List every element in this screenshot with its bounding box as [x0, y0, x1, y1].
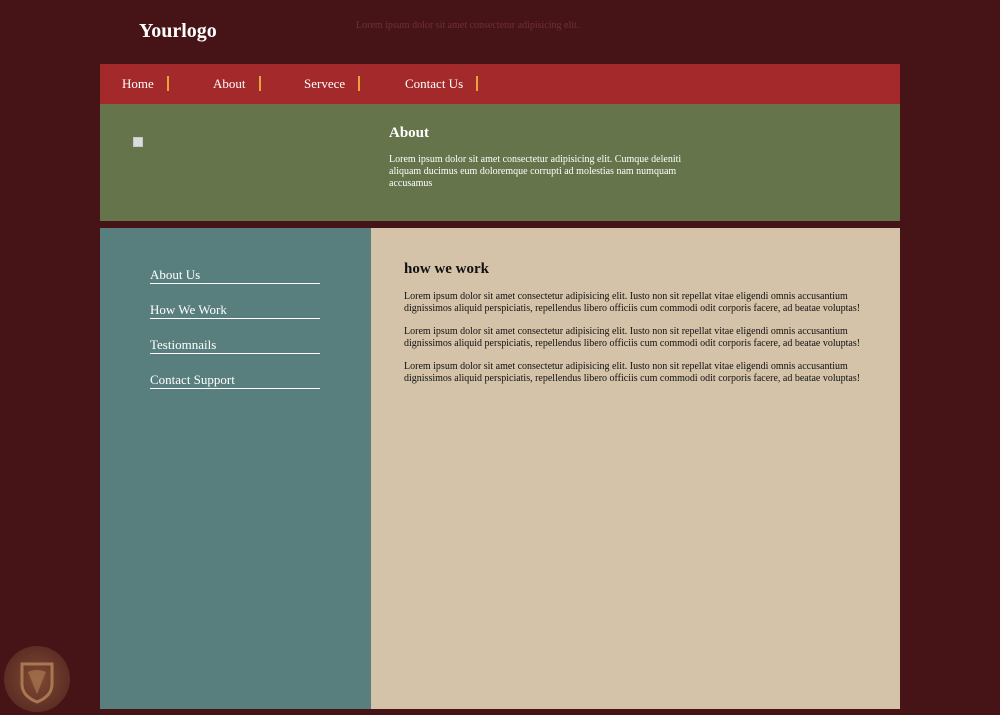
- sidebar-link-testimonials[interactable]: Testiomnails: [150, 337, 320, 354]
- content-paragraph: Lorem ipsum dolor sit amet consectetur a…: [404, 326, 861, 349]
- content-paragraph: Lorem ipsum dolor sit amet consectetur a…: [404, 361, 861, 384]
- main-content: how we work Lorem ipsum dolor sit amet c…: [371, 228, 900, 709]
- nav-item-home[interactable]: Home: [122, 76, 154, 92]
- sidebar-link-about-us[interactable]: About Us: [150, 267, 320, 284]
- broken-image-icon: [133, 137, 143, 147]
- sidebar: About Us How We Work Testiomnails Contac…: [100, 228, 371, 709]
- nav-item-service[interactable]: Servece: [304, 76, 345, 92]
- page: Yourlogo Lorem ipsum dolor sit amet cons…: [0, 0, 1000, 715]
- site-logo[interactable]: Yourlogo: [139, 20, 217, 43]
- about-banner: About Lorem ipsum dolor sit amet consect…: [100, 104, 900, 221]
- nav-separator: [167, 76, 169, 91]
- nav-separator: [259, 76, 261, 91]
- content-body: Lorem ipsum dolor sit amet consectetur a…: [404, 291, 872, 396]
- nav-separator: [358, 76, 360, 91]
- sidebar-link-contact-support[interactable]: Contact Support: [150, 372, 320, 389]
- content-title: how we work: [404, 261, 489, 277]
- banner-text: Lorem ipsum dolor sit amet consectetur a…: [389, 154, 682, 189]
- main-nav: Home About Servece Contact Us: [100, 64, 900, 104]
- nav-separator: [476, 76, 478, 91]
- sidebar-link-how-we-work[interactable]: How We Work: [150, 302, 320, 319]
- header-tagline: Lorem ipsum dolor sit amet consectetur a…: [356, 20, 580, 31]
- shield-watermark-logo: [4, 646, 70, 712]
- nav-item-contact[interactable]: Contact Us: [405, 76, 463, 92]
- nav-item-about[interactable]: About: [213, 76, 246, 92]
- banner-title: About: [389, 125, 430, 141]
- content-paragraph: Lorem ipsum dolor sit amet consectetur a…: [404, 291, 861, 314]
